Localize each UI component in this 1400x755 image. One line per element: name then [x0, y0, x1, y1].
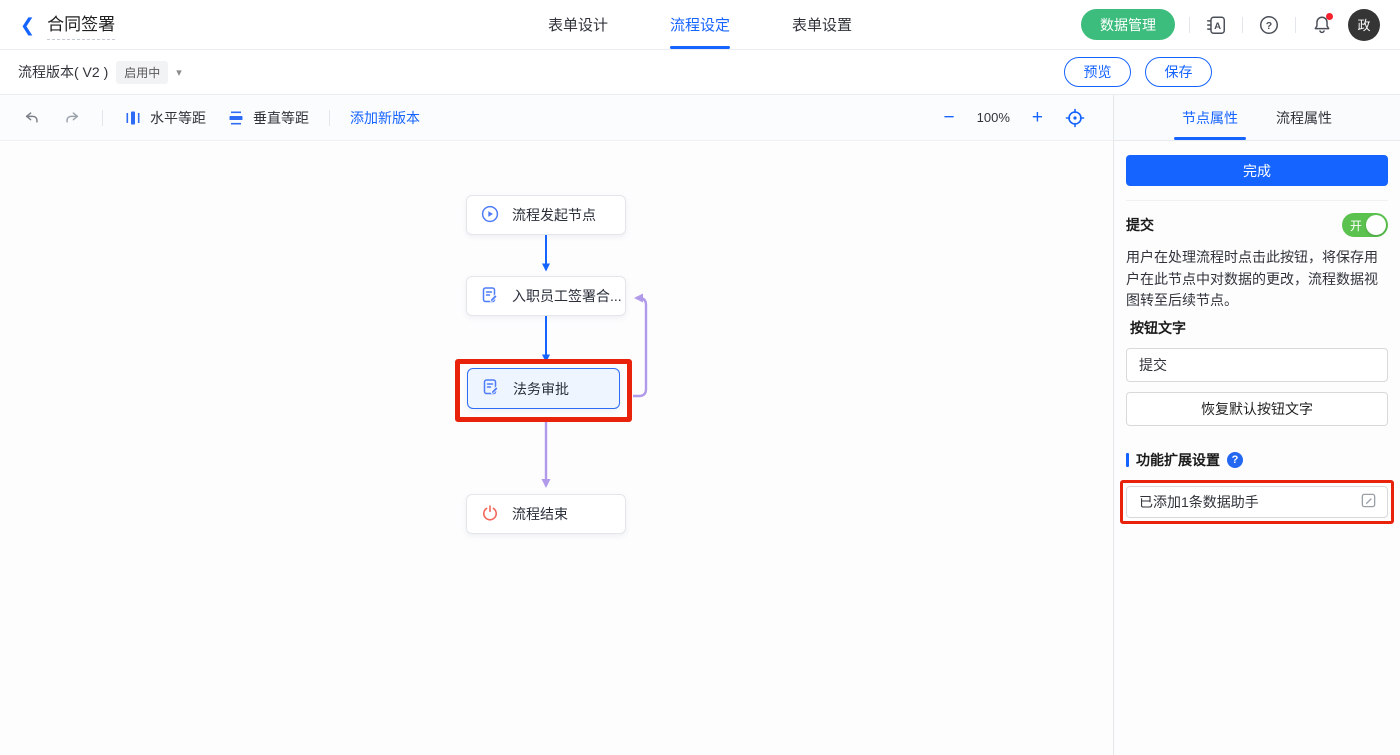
tab-process-settings[interactable]: 流程设定 — [669, 0, 731, 49]
flow-canvas[interactable]: 流程发起节点 入职员工签署合... 法务审批 流程结束 — [0, 141, 1113, 755]
vertical-spacing-button[interactable]: 垂直等距 — [226, 108, 309, 128]
edit-icon[interactable] — [1360, 492, 1377, 512]
translate-icon[interactable]: A — [1204, 13, 1228, 37]
save-button[interactable]: 保存 — [1145, 57, 1212, 87]
zoom-level: 100% — [976, 110, 1010, 125]
node-label: 流程发起节点 — [512, 207, 596, 223]
document-edit-icon — [482, 378, 500, 399]
connector-legal-loopback-to-sign — [633, 293, 648, 398]
flow-node-legal-approval[interactable]: 法务审批 — [467, 368, 620, 409]
redo-icon[interactable] — [62, 108, 82, 128]
data-manage-button[interactable]: 数据管理 — [1081, 9, 1175, 40]
horizontal-spacing-icon — [123, 108, 143, 128]
canvas-toolbar: 水平等距 垂直等距 添加新版本 − 100% + — [0, 95, 1113, 141]
extension-help-icon[interactable]: ? — [1227, 452, 1243, 469]
section-accent-bar — [1126, 453, 1129, 468]
notification-dot — [1326, 12, 1333, 20]
help-icon[interactable]: ? — [1257, 13, 1281, 37]
vertical-spacing-icon — [226, 108, 246, 128]
flow-node-end[interactable]: 流程结束 — [466, 494, 626, 534]
back-navigation[interactable]: ❮ 合同签署 — [20, 10, 116, 40]
restore-default-button[interactable]: 恢复默认按钮文字 — [1126, 392, 1388, 427]
notification-bell-icon[interactable] — [1310, 12, 1334, 37]
submit-description: 用户在处理流程时点击此按钮，将保存用户在此节点中对数据的更改，流程数据视图转至后… — [1126, 249, 1378, 309]
play-circle-icon — [481, 205, 499, 226]
properties-panel: 节点属性 流程属性 完成 提交 开 用户在处理流程时点击此按钮，将保存用户在此节… — [1113, 95, 1400, 755]
tab-form-settings[interactable]: 表单设置 — [792, 0, 852, 49]
flow-node-start[interactable]: 流程发起节点 — [466, 195, 626, 235]
zoom-controls: − 100% + — [944, 108, 1091, 128]
divider — [329, 109, 330, 126]
sub-header: 流程版本( V2 ) 启用中 ▾ 预览 保存 — [0, 50, 1400, 95]
extension-section-header: 功能扩展设置 ? — [1126, 450, 1388, 470]
top-header: ❮ 合同签署 表单设计 流程设定 表单设置 数据管理 A ? 政 — [0, 0, 1400, 50]
data-assistant-field[interactable]: 已添加1条数据助手 — [1126, 486, 1388, 519]
divider — [1126, 200, 1388, 201]
button-text-label: 按钮文字 — [1130, 320, 1186, 337]
node-label: 法务审批 — [513, 380, 569, 397]
toggle-state-label: 开 — [1350, 218, 1363, 233]
data-assistant-value: 已添加1条数据助手 — [1139, 494, 1259, 511]
divider — [102, 109, 103, 126]
submit-label: 提交 — [1126, 217, 1154, 233]
tab-node-properties[interactable]: 节点属性 — [1174, 95, 1246, 140]
version-selector[interactable]: 流程版本( V2 ) 启用中 ▾ — [18, 60, 182, 84]
header-tabs: 表单设计 流程设定 表单设置 — [548, 0, 852, 49]
divider — [1189, 16, 1190, 33]
svg-text:?: ? — [1266, 19, 1272, 31]
flow-node-sign-contract[interactable]: 入职员工签署合... — [466, 276, 626, 316]
preview-button[interactable]: 预览 — [1064, 57, 1131, 87]
panel-tabs: 节点属性 流程属性 — [1114, 95, 1400, 141]
horizontal-spacing-button[interactable]: 水平等距 — [123, 108, 206, 128]
chevron-down-icon[interactable]: ▾ — [176, 66, 182, 79]
undo-icon[interactable] — [22, 108, 42, 128]
add-version-link[interactable]: 添加新版本 — [350, 108, 420, 128]
avatar[interactable]: 政 — [1348, 8, 1380, 41]
complete-button[interactable]: 完成 — [1126, 155, 1388, 186]
subheader-actions: 预览 保存 — [1064, 57, 1212, 87]
document-edit-icon — [481, 286, 499, 307]
submit-toggle[interactable]: 开 — [1342, 213, 1388, 237]
button-text-input[interactable] — [1126, 348, 1388, 383]
tab-process-properties[interactable]: 流程属性 — [1274, 95, 1334, 140]
zoom-out-button[interactable]: − — [944, 108, 955, 127]
power-icon — [481, 504, 499, 525]
node-label: 流程结束 — [512, 506, 568, 522]
divider — [1242, 16, 1243, 33]
fit-center-icon[interactable] — [1065, 108, 1085, 128]
status-badge: 启用中 — [116, 60, 169, 84]
tab-form-design[interactable]: 表单设计 — [548, 0, 608, 49]
svg-text:A: A — [1214, 21, 1221, 32]
canvas-column: 水平等距 垂直等距 添加新版本 − 100% + 流程发起节点 入职员工签署合.… — [0, 95, 1113, 755]
main-area: 水平等距 垂直等距 添加新版本 − 100% + 流程发起节点 入职员工签署合.… — [0, 95, 1400, 755]
extension-section-title: 功能扩展设置 — [1136, 452, 1220, 469]
red-annotation-field: 已添加1条数据助手 — [1120, 480, 1394, 525]
toggle-knob — [1366, 215, 1386, 235]
panel-body: 完成 提交 开 用户在处理流程时点击此按钮，将保存用户在此节点中对数据的更改，流… — [1114, 141, 1400, 538]
header-right-actions: 数据管理 A ? 政 — [1081, 8, 1380, 41]
zoom-in-button[interactable]: + — [1032, 108, 1043, 127]
divider — [1295, 16, 1296, 33]
page-title[interactable]: 合同签署 — [47, 10, 116, 40]
version-label: 流程版本( V2 ) — [18, 64, 109, 80]
submit-toggle-row: 提交 开 — [1126, 213, 1388, 237]
node-label: 入职员工签署合... — [512, 288, 622, 304]
back-chevron-icon[interactable]: ❮ — [20, 16, 35, 34]
